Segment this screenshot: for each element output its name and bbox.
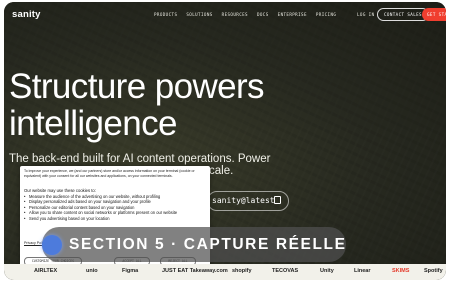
- nav-links: PRODUCTS SOLUTIONS RESOURCES DOCS ENTERP…: [154, 12, 336, 17]
- nav-link-resources[interactable]: RESOURCES: [222, 12, 248, 17]
- npm-command-text: sanity@latest: [212, 196, 275, 205]
- sanity-logo[interactable]: sanity: [12, 9, 41, 20]
- cookie-purpose-item: Send you advertising based on your locat…: [24, 216, 208, 222]
- login-link[interactable]: LOG IN: [357, 12, 375, 17]
- customer-logo: AIRLTEX: [34, 268, 58, 274]
- nav-link-products[interactable]: PRODUCTS: [154, 12, 177, 17]
- hero-subtitle: The back-end built for AI content operat…: [9, 153, 271, 165]
- hero-title: Structure powers intelligence: [9, 67, 265, 143]
- customer-logo: unio: [86, 268, 98, 274]
- customer-logo: SKIMS: [392, 268, 410, 274]
- record-dot-icon: [42, 235, 62, 255]
- customer-logo: JUST EAT Takeaway.com: [162, 268, 228, 274]
- nav-link-enterprise[interactable]: ENTERPRISE: [278, 12, 307, 17]
- nav-link-pricing[interactable]: PRICING: [316, 12, 336, 17]
- section-banner-label: SECTION 5 · CAPTURE RÉELLE: [69, 236, 347, 253]
- customer-logo: TECOVAS: [272, 268, 299, 274]
- top-nav: sanity PRODUCTS SOLUTIONS RESOURCES DOCS…: [4, 2, 446, 28]
- copy-icon[interactable]: [274, 196, 281, 204]
- cookie-purpose-list: Measure the audience of the advertising …: [24, 194, 208, 221]
- hero-title-line-2: intelligence: [9, 104, 178, 143]
- hero-title-line-1: Structure powers: [9, 67, 265, 106]
- customer-logo: Figma: [122, 268, 139, 274]
- hero-subtitle-end: cale.: [209, 165, 234, 177]
- customer-logo: Linear: [354, 268, 371, 274]
- get-started-button[interactable]: GET STARTE: [422, 8, 446, 21]
- customer-logo: shopify: [232, 268, 252, 274]
- nav-link-docs[interactable]: DOCS: [257, 12, 269, 17]
- cookie-intro-text: To improve your experience, we (and our …: [24, 169, 195, 178]
- cookie-heading: Our website may use these cookies to:: [24, 188, 96, 193]
- nav-link-solutions[interactable]: SOLUTIONS: [186, 12, 212, 17]
- customer-logo: Unity: [320, 268, 334, 274]
- customer-logo: Spotify: [424, 268, 443, 274]
